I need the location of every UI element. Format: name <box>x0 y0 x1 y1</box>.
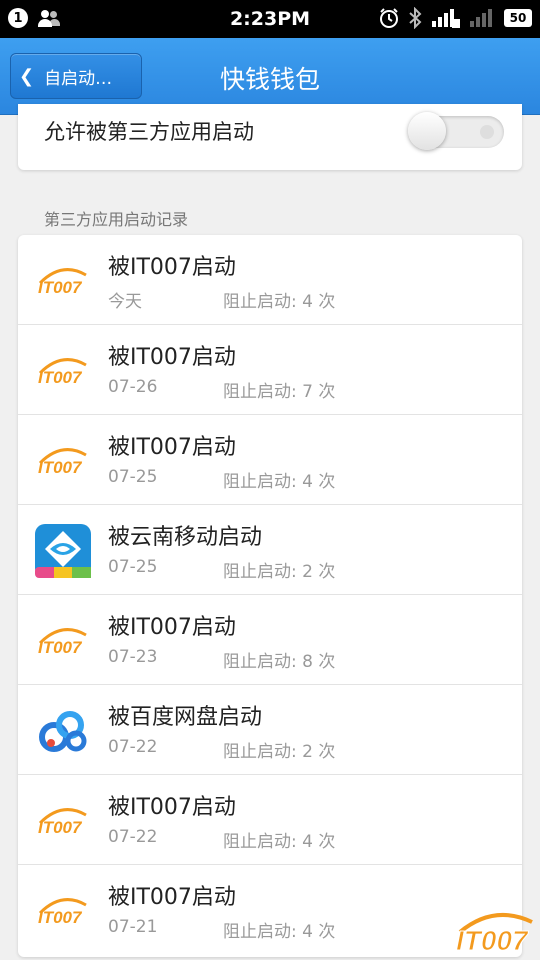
allow-launch-card: 允许被第三方应用启动 <box>18 104 522 170</box>
it007-icon <box>34 613 92 669</box>
record-date: 07-22 <box>108 827 158 847</box>
launch-record-list: 被IT007启动 今天 阻止启动: 4 次 被IT007启动 07-26 阻止启… <box>18 235 522 957</box>
it007-icon <box>34 883 92 939</box>
list-item[interactable]: 被IT007启动 07-26 阻止启动: 7 次 <box>18 325 522 415</box>
signal-h-icon <box>432 9 460 28</box>
record-date: 07-22 <box>108 737 158 757</box>
page-title: 快钱钱包 <box>219 65 320 94</box>
signal-strength-icon <box>470 9 492 27</box>
record-block-count: 阻止启动: 4 次 <box>223 922 336 942</box>
record-title: 被IT007启动 <box>108 615 236 640</box>
record-date: 07-25 <box>108 557 158 577</box>
status-bar: 1 2:23PM 50 <box>0 0 540 38</box>
list-item[interactable]: 被IT007启动 07-23 阻止启动: 8 次 <box>18 595 522 685</box>
svg-text:IT007: IT007 <box>456 925 529 956</box>
alarm-icon <box>380 8 398 28</box>
china-mobile-icon <box>34 523 92 579</box>
record-block-count: 阻止启动: 4 次 <box>223 292 336 312</box>
record-block-count: 阻止启动: 8 次 <box>223 652 336 672</box>
record-date: 07-25 <box>108 467 158 487</box>
record-title: 被云南移动启动 <box>108 525 263 550</box>
it007-icon <box>34 793 92 849</box>
status-bar-right: 50 <box>378 7 532 29</box>
it007-icon <box>34 253 92 309</box>
record-title: 被IT007启动 <box>108 345 236 370</box>
list-item[interactable]: 被百度网盘启动 07-22 阻止启动: 2 次 <box>18 685 522 775</box>
record-title: 被IT007启动 <box>108 795 236 820</box>
record-title: 被IT007启动 <box>108 255 236 280</box>
allow-launch-toggle[interactable] <box>408 112 504 150</box>
list-item[interactable]: 被云南移动启动 07-25 阻止启动: 2 次 <box>18 505 522 595</box>
record-title: 被IT007启动 <box>108 435 236 460</box>
toggle-track-dot <box>480 125 494 139</box>
record-date: 07-21 <box>108 917 158 937</box>
toggle-knob <box>408 112 446 150</box>
list-item[interactable]: 被IT007启动 07-22 阻止启动: 4 次 <box>18 775 522 865</box>
record-block-count: 阻止启动: 7 次 <box>223 382 336 402</box>
record-title: 被IT007启动 <box>108 885 236 910</box>
battery-indicator: 50 <box>504 9 532 27</box>
record-block-count: 阻止启动: 2 次 <box>223 562 336 582</box>
it007-icon <box>34 343 92 399</box>
record-date: 今天 <box>108 292 142 312</box>
record-block-count: 阻止启动: 2 次 <box>223 742 336 762</box>
list-item[interactable]: 被IT007启动 今天 阻止启动: 4 次 <box>18 235 522 325</box>
it007-watermark-logo: IT007 <box>456 912 533 956</box>
record-title: 被百度网盘启动 <box>108 705 263 730</box>
it007-icon <box>34 433 92 489</box>
section-header: 第三方应用启动记录 <box>44 210 189 229</box>
record-date: 07-23 <box>108 647 158 667</box>
bluetooth-icon <box>409 7 422 29</box>
allow-launch-label: 允许被第三方应用启动 <box>44 120 254 144</box>
list-item[interactable]: 被IT007启动 07-21 阻止启动: 4 次 <box>18 865 522 955</box>
baidu-netdisk-icon <box>34 703 92 759</box>
list-item[interactable]: 被IT007启动 07-25 阻止启动: 4 次 <box>18 415 522 505</box>
record-block-count: 阻止启动: 4 次 <box>223 472 336 492</box>
record-block-count: 阻止启动: 4 次 <box>223 832 336 852</box>
record-date: 07-26 <box>108 377 158 397</box>
